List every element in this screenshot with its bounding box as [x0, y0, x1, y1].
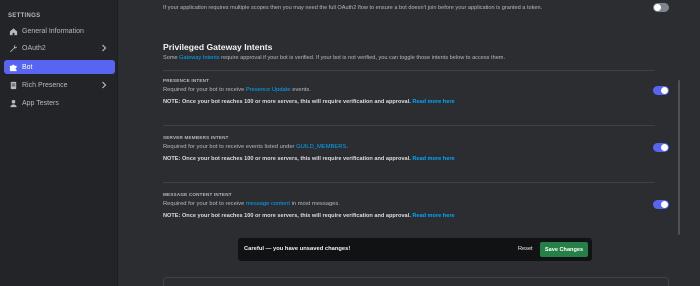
server-members-intent-title: SERVER MEMBERS INTENT — [163, 135, 229, 140]
toggle-knob — [661, 201, 668, 208]
intent-note-text: NOTE: Once your bot reaches 100 or more … — [163, 213, 413, 219]
presence-update-link[interactable]: Presence Update — [246, 87, 291, 93]
sidebar-item-label: General Information — [22, 27, 84, 35]
sidebar-item-bot[interactable]: Bot — [4, 60, 115, 74]
toggle-message-content-intent[interactable] — [653, 200, 669, 209]
presence-intent-desc: Required for your bot to receive Presenc… — [163, 87, 311, 93]
unsaved-changes-message: Careful — you have unsaved changes! — [244, 246, 351, 252]
sidebar-item-general-information[interactable]: General Information — [4, 24, 115, 38]
sidebar-item-label: Bot — [22, 63, 33, 71]
chevron-right-icon — [100, 81, 108, 89]
divider — [163, 70, 655, 71]
toggle-knob — [661, 87, 668, 94]
toggle-presence-intent[interactable] — [653, 86, 669, 95]
save-changes-button[interactable]: Save Changes — [540, 242, 588, 257]
read-more-link[interactable]: Read more here — [412, 213, 454, 219]
document-icon — [8, 80, 18, 90]
sidebar-item-label: App Testers — [22, 99, 59, 107]
message-content-intent-desc: Required for your bot to receive message… — [163, 201, 340, 207]
sidebar-item-oauth2[interactable]: OAuth2 — [4, 41, 115, 55]
read-more-link[interactable]: Read more here — [412, 99, 454, 105]
sidebar-item-label: Rich Presence — [22, 81, 68, 89]
divider — [163, 125, 655, 126]
sidebar: SETTINGS General Information OAuth2 Bot … — [0, 0, 118, 286]
intent-desc-text: . — [346, 144, 348, 150]
scrollbar[interactable] — [678, 80, 680, 235]
section-description: Some Gateway Intents require approval if… — [163, 55, 505, 61]
home-icon — [8, 26, 18, 36]
message-content-intent-title: MESSAGE CONTENT INTENT — [163, 192, 232, 197]
toggle-knob — [661, 144, 668, 151]
intent-note-text: NOTE: Once your bot reaches 100 or more … — [163, 99, 413, 105]
page-section-title: Privileged Gateway Intents — [163, 42, 273, 52]
toggle-knob — [654, 4, 661, 11]
message-content-intent-note: NOTE: Once your bot reaches 100 or more … — [163, 213, 455, 219]
toggle-server-members-intent[interactable] — [653, 143, 669, 152]
server-members-intent-desc: Required for your bot to receive events … — [163, 144, 348, 150]
server-members-intent-note: NOTE: Once your bot reaches 100 or more … — [163, 156, 455, 162]
section-description-text: require approval if your bot is verified… — [219, 55, 506, 61]
chevron-right-icon — [100, 44, 108, 52]
intent-desc-text: Required for your bot to receive — [163, 87, 246, 93]
person-icon — [8, 98, 18, 108]
presence-intent-title: PRESENCE INTENT — [163, 78, 210, 83]
next-section-card — [163, 277, 669, 286]
sidebar-item-rich-presence[interactable]: Rich Presence — [4, 78, 115, 92]
reset-button[interactable]: Reset — [518, 246, 533, 252]
intent-desc-text: Required for your bot to receive — [163, 201, 246, 207]
message-content-link[interactable]: message content — [246, 201, 290, 207]
intent-desc-text: Required for your bot to receive events … — [163, 144, 297, 150]
section-description-text: Some — [163, 55, 180, 61]
puzzle-icon — [8, 62, 18, 72]
sidebar-item-app-testers[interactable]: App Testers — [4, 96, 115, 110]
unsaved-changes-bar: Careful — you have unsaved changes! Rese… — [238, 238, 592, 261]
oauth2-scopes-note: If your application requires multiple sc… — [163, 5, 543, 11]
sidebar-item-label: OAuth2 — [22, 44, 46, 52]
intent-note-text: NOTE: Once your bot reaches 100 or more … — [163, 156, 413, 162]
guild-members-link[interactable]: GUILD_MEMBERS — [296, 144, 346, 150]
presence-intent-note: NOTE: Once your bot reaches 100 or more … — [163, 99, 455, 105]
intent-desc-text: in most messages. — [289, 201, 340, 207]
intent-desc-text: events. — [290, 87, 311, 93]
gateway-intents-link[interactable]: Gateway Intents — [179, 55, 219, 61]
toggle-require-oauth2-code-grant[interactable] — [653, 3, 669, 12]
wrench-icon — [8, 43, 18, 53]
divider — [163, 182, 655, 183]
sidebar-heading: SETTINGS — [8, 13, 41, 19]
read-more-link[interactable]: Read more here — [412, 156, 454, 162]
